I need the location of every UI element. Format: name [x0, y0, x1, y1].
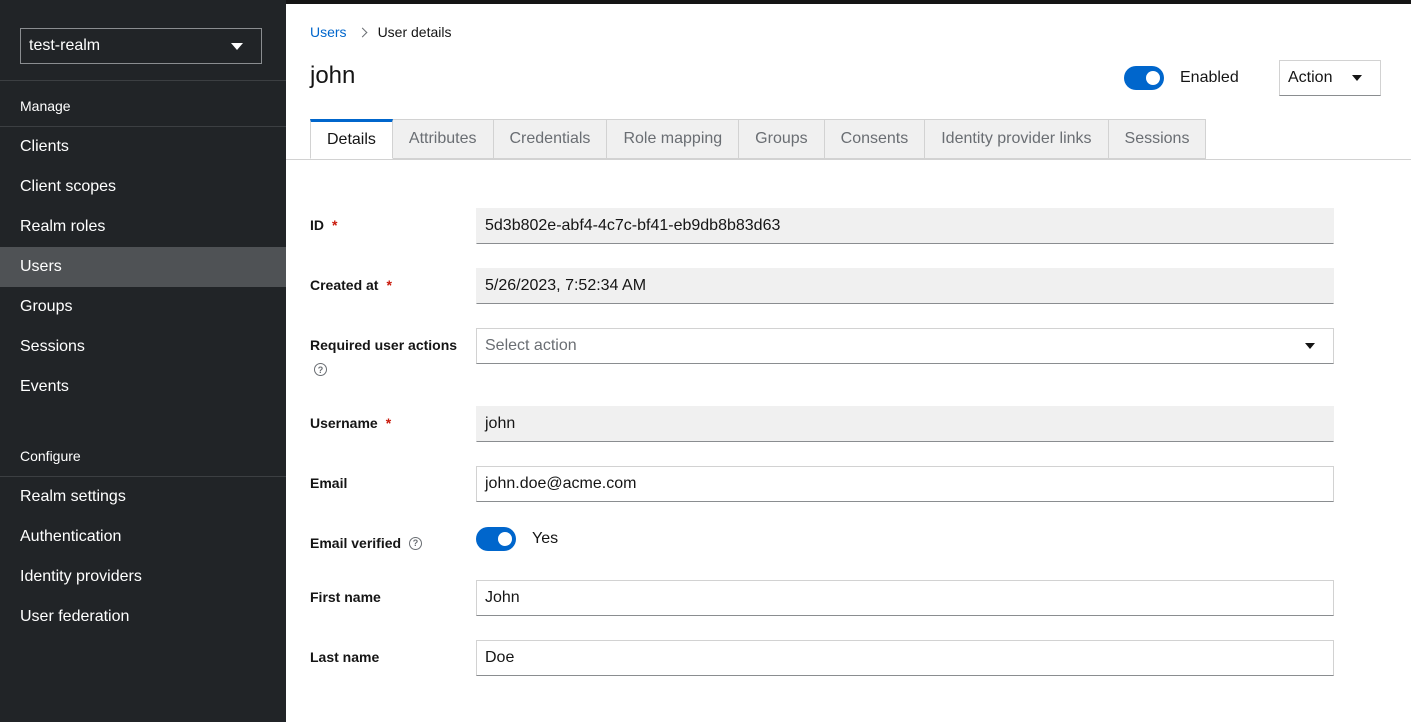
email-label-row: Email	[310, 475, 347, 491]
last-name-label-row: Last name	[310, 649, 379, 665]
tab-consents[interactable]: Consents	[824, 119, 926, 159]
page-title: john	[310, 62, 356, 89]
breadcrumb: Users User details	[310, 24, 451, 40]
required-marker: *	[386, 277, 392, 293]
tab-attributes[interactable]: Attributes	[392, 119, 494, 159]
first-name-value: John	[485, 589, 520, 606]
chevron-right-icon	[357, 27, 368, 37]
email-value: john.doe@acme.com	[485, 475, 637, 492]
email-verified-toggle[interactable]	[476, 527, 516, 551]
first-name-label: First name	[310, 589, 381, 605]
required-marker: *	[385, 415, 392, 431]
sidebar: test-realm Manage Clients Client scopes …	[0, 0, 286, 722]
first-name-field[interactable]: John	[476, 580, 1334, 616]
nav-section-manage-heading: Manage	[0, 81, 286, 127]
id-value: 5d3b802e-abf4-4c7c-bf41-eb9db8b83d63	[485, 217, 781, 234]
sidebar-item-groups[interactable]: Groups	[0, 287, 286, 327]
email-verified-label-row: Email verified ?	[310, 535, 423, 551]
tab-identity-provider-links[interactable]: Identity provider links	[925, 119, 1109, 159]
realm-selector[interactable]: test-realm	[20, 28, 262, 64]
nav-section-manage: Clients Client scopes Realm roles Users …	[0, 127, 286, 407]
sidebar-item-sessions[interactable]: Sessions	[0, 327, 286, 367]
created-at-value: 5/26/2023, 7:52:34 AM	[485, 277, 647, 294]
tab-bar: Details Attributes Credentials Role mapp…	[310, 119, 1207, 159]
sidebar-item-user-federation[interactable]: User federation	[0, 597, 286, 637]
sidebar-item-client-scopes[interactable]: Client scopes	[0, 167, 286, 207]
created-at-label: Created at	[310, 277, 379, 293]
tab-sessions[interactable]: Sessions	[1108, 119, 1207, 159]
nav-section-configure: Realm settings Authentication Identity p…	[0, 477, 286, 637]
email-label: Email	[310, 475, 348, 491]
last-name-value: Doe	[485, 649, 515, 666]
sidebar-item-realm-settings[interactable]: Realm settings	[0, 477, 286, 517]
sidebar-item-users[interactable]: Users	[0, 247, 286, 287]
id-field: 5d3b802e-abf4-4c7c-bf41-eb9db8b83d63	[476, 208, 1334, 244]
help-icon[interactable]: ?	[314, 363, 327, 376]
action-dropdown-label: Action	[1288, 69, 1333, 86]
sidebar-item-identity-providers[interactable]: Identity providers	[0, 557, 286, 597]
id-label-row: ID *	[310, 217, 337, 233]
email-field[interactable]: john.doe@acme.com	[476, 466, 1334, 502]
caret-down-icon	[231, 43, 243, 50]
username-value: john	[485, 415, 516, 432]
tab-role-mapping[interactable]: Role mapping	[607, 119, 740, 159]
required-actions-select[interactable]: Select action	[476, 328, 1334, 364]
username-label-row: Username *	[310, 415, 391, 431]
tab-groups[interactable]: Groups	[739, 119, 825, 159]
realm-selector-label: test-realm	[29, 37, 101, 54]
enabled-toggle[interactable]	[1124, 66, 1164, 90]
created-label-row: Created at *	[310, 277, 392, 293]
sidebar-item-authentication[interactable]: Authentication	[0, 517, 286, 557]
sidebar-item-realm-roles[interactable]: Realm roles	[0, 207, 286, 247]
tab-credentials[interactable]: Credentials	[493, 119, 608, 159]
toggle-knob	[1146, 71, 1160, 85]
caret-down-icon	[1352, 75, 1362, 81]
help-icon[interactable]: ?	[409, 536, 423, 550]
created-at-field: 5/26/2023, 7:52:34 AM	[476, 268, 1334, 304]
required-actions-placeholder: Select action	[485, 337, 577, 354]
toggle-knob	[498, 532, 512, 546]
id-label: ID	[310, 217, 324, 233]
nav-section-configure-heading: Configure	[0, 431, 286, 477]
required-actions-label-row: Required user actions	[310, 337, 457, 353]
action-dropdown[interactable]: Action	[1279, 60, 1381, 96]
email-verified-value: Yes	[532, 530, 559, 547]
caret-down-icon	[1305, 343, 1315, 349]
last-name-field[interactable]: Doe	[476, 640, 1334, 676]
first-name-label-row: First name	[310, 589, 381, 605]
required-actions-label: Required user actions	[310, 337, 458, 353]
top-bar	[286, 0, 1411, 4]
last-name-label: Last name	[310, 649, 380, 665]
email-verified-label: Email verified	[310, 535, 402, 551]
tab-details[interactable]: Details	[310, 119, 393, 159]
breadcrumb-current: User details	[377, 24, 452, 40]
required-marker: *	[332, 217, 338, 233]
enabled-label: Enabled	[1180, 69, 1239, 86]
username-label: Username	[310, 415, 378, 431]
sidebar-item-events[interactable]: Events	[0, 367, 286, 407]
tabs-divider	[286, 159, 1411, 160]
username-field: john	[476, 406, 1334, 442]
breadcrumb-link-users[interactable]: Users	[310, 24, 347, 40]
sidebar-item-clients[interactable]: Clients	[0, 127, 286, 167]
